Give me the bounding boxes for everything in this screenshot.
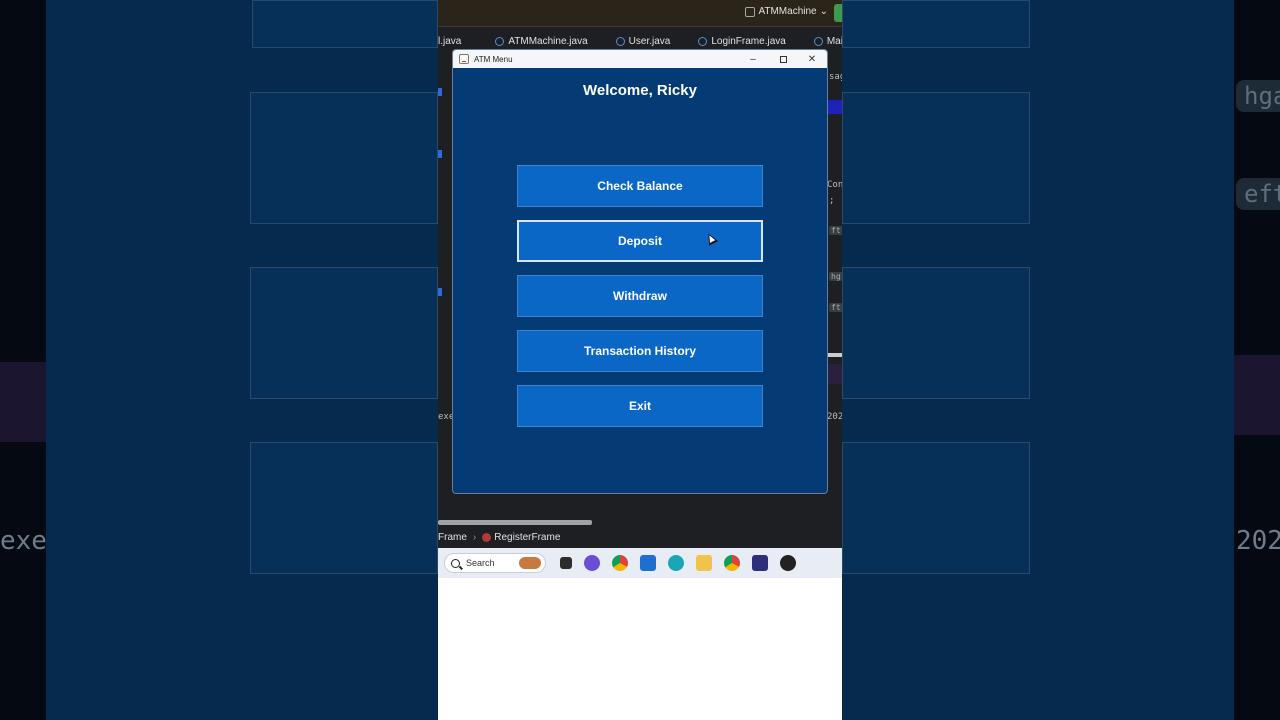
screen: exe hga eft: 202 ATMMachine ⌄ l.java ATM… (0, 0, 1280, 720)
obs-icon[interactable] (780, 555, 796, 571)
code-fragment: ; (829, 196, 835, 206)
ide-toolbar: ATMMachine ⌄ (438, 0, 842, 27)
background-panel (842, 0, 1030, 48)
tab-file[interactable]: LoginFrame.java (690, 30, 793, 50)
project-selector[interactable]: ATMMachine ⌄ (745, 6, 828, 17)
run-button[interactable] (834, 4, 842, 22)
java-app-icon (459, 54, 469, 64)
tab-file[interactable]: User.java (608, 30, 679, 50)
background-panel (842, 92, 1030, 224)
weather-icon (519, 557, 541, 569)
background-panel (842, 267, 1030, 399)
withdraw-button[interactable]: Withdraw (517, 275, 763, 317)
breadcrumb: Frame › RegisterFrame (438, 527, 842, 547)
project-name: ATMMachine (758, 6, 817, 17)
gutter-marker (438, 88, 442, 96)
tab-label: ATMMachine.java (508, 36, 588, 47)
code-fragment: sag (829, 72, 842, 82)
code-highlight (828, 364, 842, 384)
chrome-profile-icon[interactable] (724, 555, 740, 571)
chrome-icon[interactable] (612, 555, 628, 571)
background-code-text: 202 (1236, 526, 1280, 556)
background-panel (250, 267, 438, 399)
window-title: ATM Menu (474, 54, 513, 64)
exit-button[interactable]: Exit (517, 385, 763, 427)
edge-icon[interactable] (668, 555, 684, 571)
windows-taskbar: Search (438, 548, 842, 578)
empty-area (438, 578, 842, 720)
java-class-icon (698, 37, 708, 46)
code-hint: ft: (829, 226, 842, 235)
gutter-marker (438, 288, 442, 296)
tab-file[interactable]: l.java (438, 30, 469, 50)
tab-label: LoginFrame.java (711, 36, 786, 47)
ide-window: ATMMachine ⌄ l.java ATMMachine.java User… (438, 0, 842, 578)
tab-label: User.java (628, 36, 671, 47)
tab-file[interactable]: ATMMachine.java (487, 30, 595, 50)
breadcrumb-label: RegisterFrame (494, 531, 561, 543)
java-class-icon (813, 37, 823, 46)
project-icon (745, 6, 756, 17)
welcome-heading: Welcome, Ricky (583, 82, 697, 99)
intellij-icon[interactable] (752, 555, 768, 571)
file-explorer-icon[interactable] (696, 555, 712, 571)
maximize-icon (779, 55, 787, 63)
search-placeholder: Search (466, 558, 495, 568)
search-icon (451, 558, 460, 568)
background-panel (250, 442, 438, 574)
close-button[interactable]: ✕ (798, 50, 826, 68)
selection-highlight (828, 100, 842, 114)
tab-label: l.java (438, 36, 462, 47)
atm-menu-window: ATM Menu – ✕ Welcome, Ricky Check Balanc… (452, 49, 828, 494)
java-class-icon (495, 37, 505, 46)
task-view-icon[interactable] (560, 557, 572, 569)
tab-label: MainMen (826, 36, 842, 47)
java-class-icon (615, 37, 625, 46)
minimize-button[interactable]: – (739, 50, 767, 68)
tab-file[interactable]: MainMen (806, 30, 842, 50)
background-panel (250, 92, 438, 224)
transaction-history-button[interactable]: Transaction History (517, 330, 763, 372)
background-code-pill: eft: (1236, 178, 1280, 210)
code-hint: ft: (829, 303, 842, 312)
code-fragment: Cons (827, 180, 842, 190)
check-balance-button[interactable]: Check Balance (517, 165, 763, 207)
scrollbar-thumb[interactable] (828, 353, 842, 357)
background-panel (252, 0, 438, 48)
horizontal-scrollbar[interactable] (438, 520, 592, 525)
chat-icon[interactable] (584, 555, 600, 571)
background-panel (842, 442, 1030, 574)
breadcrumb-item[interactable]: RegisterFrame (482, 532, 560, 543)
background-code-text: exe (0, 526, 47, 556)
background-strip (1234, 355, 1280, 435)
code-hint: hg (829, 272, 842, 281)
store-icon[interactable] (640, 555, 656, 571)
breadcrumb-separator: › (472, 531, 477, 543)
java-class-icon (482, 532, 492, 542)
window-titlebar[interactable]: ATM Menu – ✕ (453, 50, 827, 68)
gutter-marker (438, 150, 442, 158)
chevron-down-icon: ⌄ (819, 6, 828, 17)
taskbar-search[interactable]: Search (444, 553, 546, 573)
console-fragment: 202 (827, 412, 842, 422)
recording-column: ATMMachine ⌄ l.java ATMMachine.java User… (438, 0, 842, 720)
deposit-button[interactable]: Deposit (517, 220, 763, 262)
editor-tabs: l.java ATMMachine.java User.java LoginFr… (438, 30, 842, 50)
background-code-pill: hga (1236, 80, 1280, 112)
background-strip (0, 362, 46, 442)
maximize-button[interactable] (769, 50, 797, 68)
breadcrumb-item[interactable]: Frame (438, 532, 467, 543)
